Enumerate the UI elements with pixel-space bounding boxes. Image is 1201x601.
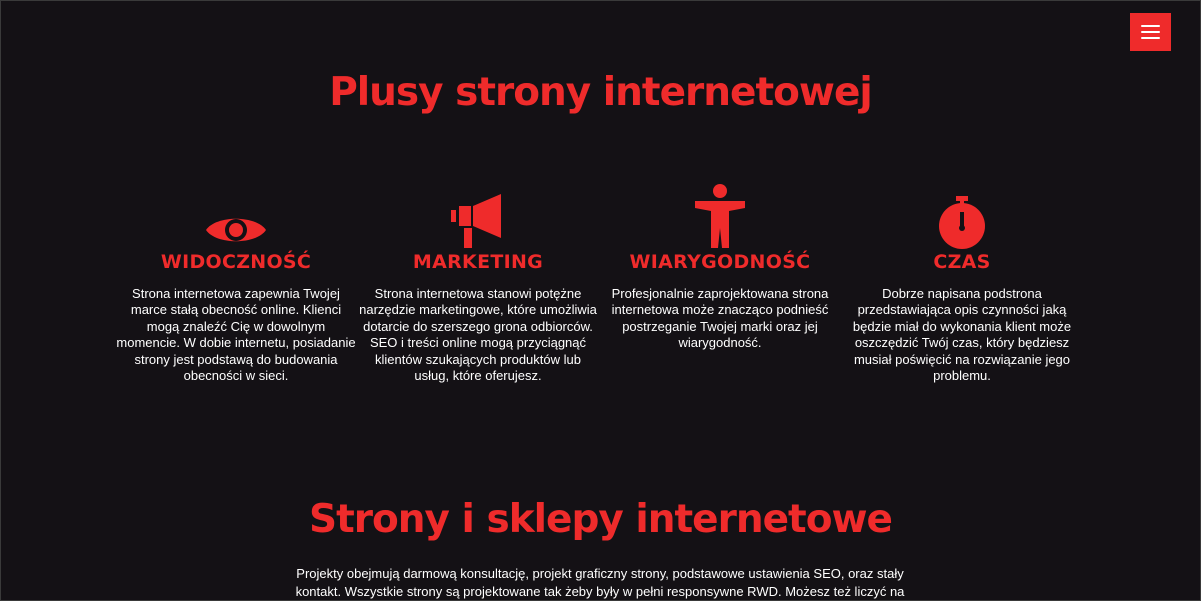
hamburger-menu-icon-bar — [1141, 31, 1160, 33]
feature-card: CZAS Dobrze napisana podstrona przedstaw… — [842, 180, 1082, 383]
person-icon — [600, 180, 840, 250]
feature-text: Strona internetowa zapewnia Twojej marce… — [116, 286, 356, 384]
hamburger-menu-icon — [1141, 25, 1160, 27]
feature-title: CZAS — [933, 251, 991, 273]
eye-icon — [116, 180, 356, 250]
feature-text: Dobrze napisana podstrona przedstawiając… — [852, 286, 1072, 384]
stopwatch-icon — [842, 180, 1082, 250]
feature-card: MARKETING Strona internetowa stanowi pot… — [358, 180, 598, 383]
section-title: Plusy strony internetowej — [329, 70, 873, 115]
feature-text: Profesjonalnie zaprojektowana strona int… — [611, 286, 829, 351]
section-intro-text: Projekty obejmują darmową konsultację, p… — [295, 566, 905, 599]
feature-title: WIDOCZNOŚĆ — [160, 251, 312, 273]
menu-button[interactable] — [1130, 13, 1171, 51]
feature-title: MARKETING — [412, 251, 544, 273]
feature-card: WIARYGODNOŚĆ Profesjonalnie zaprojektowa… — [600, 180, 840, 350]
feature-text: Strona internetowa stanowi potężne narzę… — [359, 286, 597, 384]
feature-title: WIARYGODNOŚĆ — [629, 251, 811, 273]
hamburger-menu-icon-bar — [1141, 37, 1160, 39]
feature-card: WIDOCZNOŚĆ Strona internetowa zapewnia T… — [116, 180, 356, 383]
section-title: Strony i sklepy internetowe — [309, 497, 893, 542]
megaphone-icon — [358, 180, 598, 250]
